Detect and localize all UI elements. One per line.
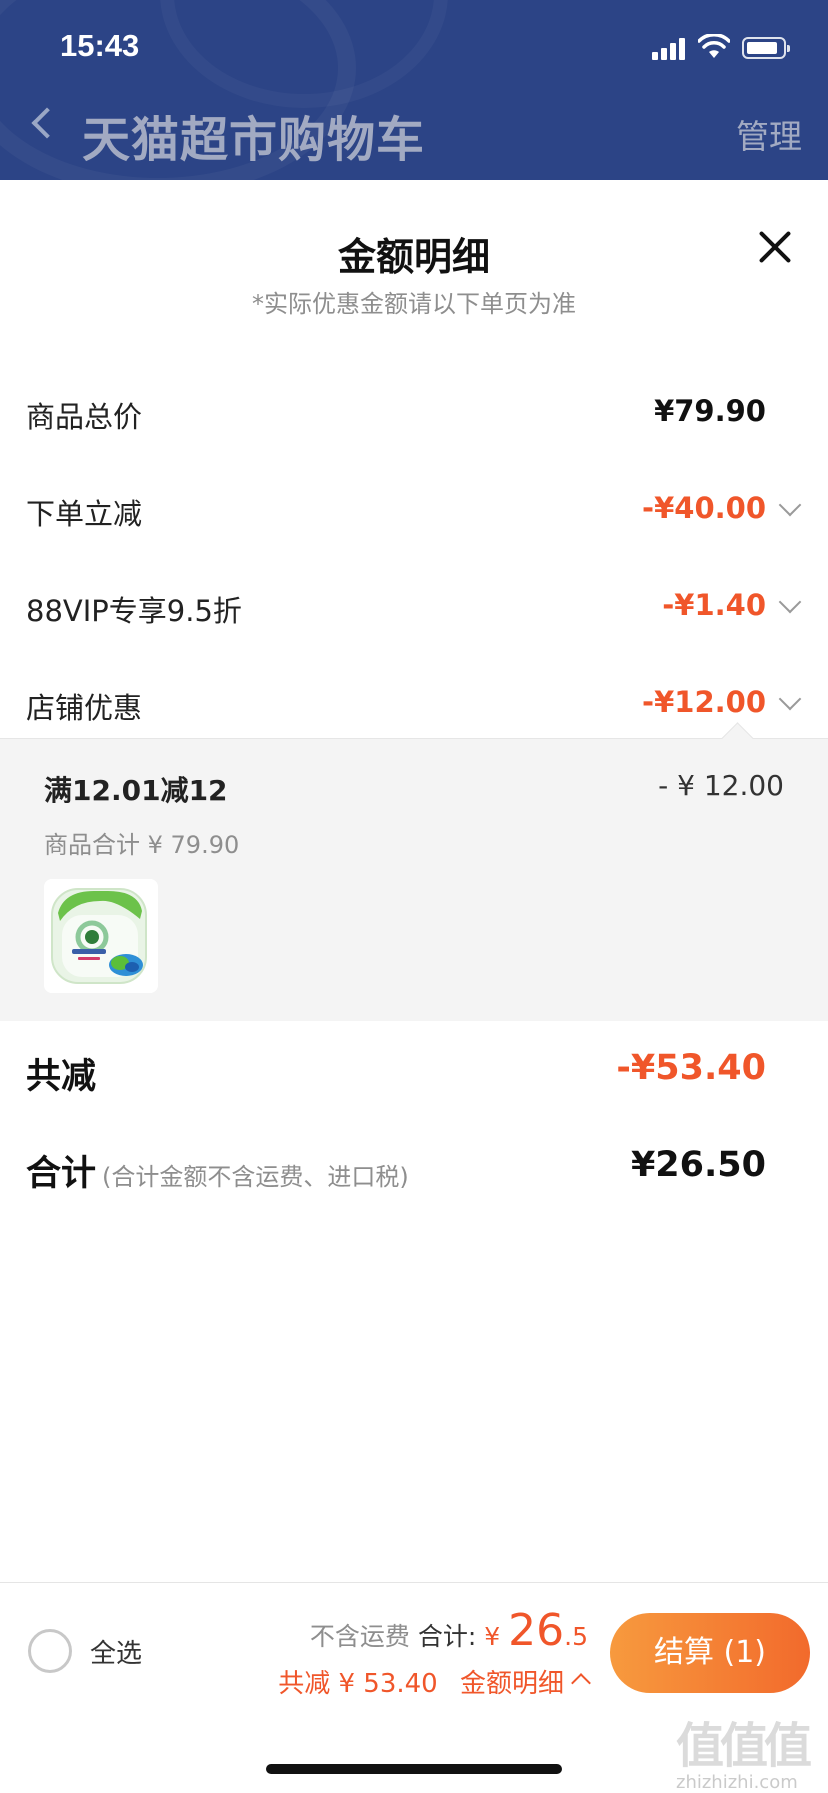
- row-store-discount[interactable]: 店铺优惠 -¥12.00: [0, 673, 828, 733]
- checkout-button[interactable]: 结算 (1): [610, 1613, 810, 1693]
- sheet-subtitle: *实际优惠金额请以下单页为准: [252, 290, 576, 318]
- select-all-radio[interactable]: [28, 1629, 72, 1673]
- chevron-down-icon[interactable]: [778, 687, 802, 711]
- shipping-note: 不含运费: [309, 1622, 410, 1651]
- row-label: 合计 (合计金额不含运费、进口税): [26, 1145, 409, 1196]
- chevron-up-icon[interactable]: [571, 1673, 591, 1693]
- row-label: 88VIP专享9.5折: [26, 594, 242, 628]
- sheet-title: 金额明细: [337, 235, 490, 279]
- app-header: 15:43 天猫超市购物车 管理: [0, 0, 828, 180]
- row-value: -¥53.40: [616, 1048, 766, 1088]
- promo-name: 满12.01减12: [44, 774, 228, 807]
- select-all-label[interactable]: 全选: [90, 1633, 142, 1670]
- chevron-down-icon[interactable]: [778, 590, 802, 614]
- row-value: ¥26.50: [630, 1145, 766, 1185]
- row-goods-total: 商品总价 ¥79.90: [0, 382, 828, 442]
- watermark-logo: 值值值: [676, 1718, 812, 1774]
- page-title: 天猫超市购物车: [82, 112, 426, 168]
- row-value: -¥40.00: [642, 491, 766, 525]
- row-value: -¥12.00: [642, 685, 766, 719]
- wifi-icon: [698, 34, 730, 58]
- row-value: -¥1.40: [662, 588, 766, 622]
- battery-icon: [742, 37, 790, 59]
- close-icon[interactable]: [758, 230, 792, 264]
- store-discount-detail: 满12.01减12 - ¥ 12.00 商品合计 ¥ 79.90: [0, 722, 828, 1021]
- total-integer: 26: [508, 1605, 565, 1656]
- manage-button[interactable]: 管理: [736, 110, 802, 158]
- summary-total: 不含运费 合计: ¥ 26.5: [310, 1605, 588, 1656]
- discount-summary[interactable]: 共减 ¥ 53.40 金额明细: [278, 1663, 591, 1700]
- promo-subtotal: 商品合计 ¥ 79.90: [44, 831, 240, 859]
- row-label: 共减: [26, 1057, 97, 1097]
- promo-amount: - ¥ 12.00: [658, 769, 784, 802]
- status-time: 15:43: [60, 28, 140, 63]
- row-total-discount: 共减 -¥53.40: [0, 1040, 828, 1100]
- row-label: 下单立减: [26, 497, 143, 531]
- row-label: 店铺优惠: [26, 691, 143, 725]
- row-instant-discount[interactable]: 下单立减 -¥40.00: [0, 479, 828, 539]
- total-label: 合计:: [417, 1622, 477, 1651]
- row-grand-total: 合计 (合计金额不含运费、进口税) ¥26.50: [0, 1137, 828, 1197]
- cellular-signal-icon: [652, 36, 686, 60]
- amount-details-link[interactable]: 金额明细: [460, 1669, 564, 1699]
- chevron-down-icon[interactable]: [778, 493, 802, 517]
- watermark: 值值值 zhizhizhi.com: [676, 1706, 826, 1793]
- detergent-pods-image: [44, 879, 158, 993]
- total-decimal: .5: [564, 1622, 588, 1651]
- discount-text: 共减 ¥ 53.40: [278, 1669, 438, 1699]
- row-value: ¥79.90: [654, 394, 766, 428]
- home-indicator[interactable]: [266, 1764, 562, 1774]
- total-note: (合计金额不含运费、进口税): [102, 1163, 409, 1191]
- currency-symbol: ¥: [484, 1622, 501, 1651]
- row-vip-discount[interactable]: 88VIP专享9.5折 -¥1.40: [0, 576, 828, 636]
- row-label: 商品总价: [26, 400, 143, 434]
- product-thumbnail[interactable]: [44, 879, 158, 993]
- total-label: 合计: [26, 1154, 97, 1194]
